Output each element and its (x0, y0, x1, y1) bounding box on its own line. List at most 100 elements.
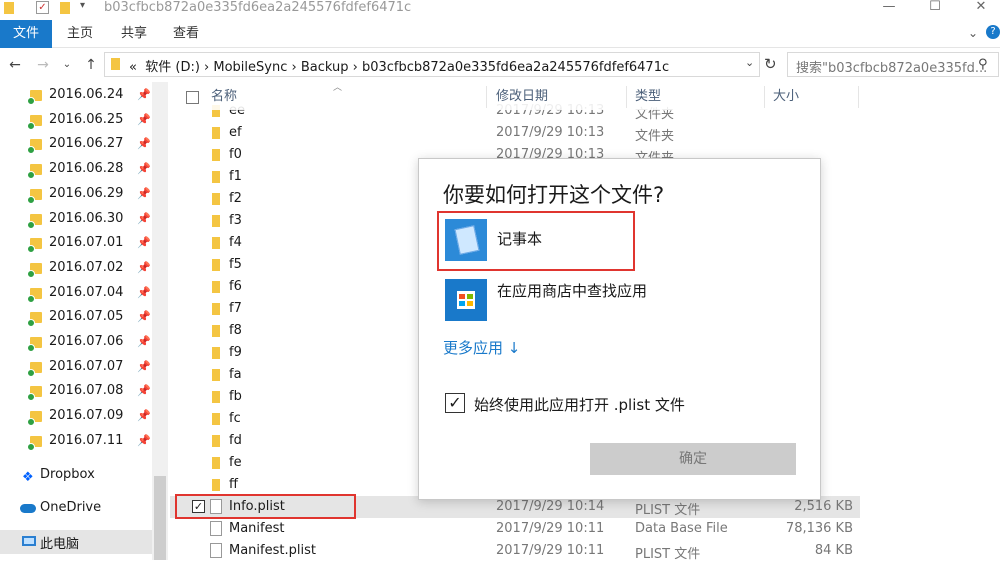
tab-file[interactable]: 文件 (0, 20, 52, 48)
sidebar-item-quick-access[interactable]: 2016.06.28 📌 (0, 158, 152, 182)
sidebar-item-quick-access[interactable]: 2016.06.25 📌 (0, 109, 152, 133)
column-divider[interactable] (764, 86, 765, 108)
folder-icon (27, 411, 42, 427)
maximize-button[interactable]: ☐ (920, 0, 950, 18)
pin-icon[interactable]: 📌 (137, 335, 151, 348)
column-divider[interactable] (858, 86, 859, 108)
tab-share[interactable]: 共享 (121, 20, 147, 48)
pin-icon[interactable]: 📌 (137, 187, 151, 200)
sidebar-item-label: 2016.07.07 (49, 358, 124, 374)
sidebar-item-quick-access[interactable]: 2016.06.30 📌 (0, 208, 152, 232)
pin-icon[interactable]: 📌 (137, 113, 151, 126)
sidebar-scrollbar[interactable] (152, 82, 168, 560)
window-title: b03cfbcb872a0e335fd6ea2a245576fdfef6471c (104, 0, 412, 15)
breadcrumb-backup[interactable]: Backup (301, 60, 349, 75)
app-option-store[interactable]: 在应用商店中查找应用 (440, 277, 790, 325)
column-divider[interactable] (486, 86, 487, 108)
refresh-icon[interactable]: ↻ (764, 55, 777, 73)
forward-icon[interactable]: → (34, 55, 52, 75)
recent-locations-icon[interactable]: ⌄ (58, 55, 76, 75)
pin-icon[interactable]: 📌 (137, 286, 151, 299)
file-icon (210, 521, 222, 536)
pin-icon[interactable]: 📌 (137, 212, 151, 225)
file-icon (210, 543, 222, 558)
sidebar-item-quick-access[interactable]: 2016.07.06 📌 (0, 331, 152, 355)
folder-icon (212, 149, 220, 161)
breadcrumb-drive[interactable]: 软件 (D:) (145, 60, 200, 75)
scrollbar-thumb[interactable] (154, 476, 166, 560)
folder-icon (27, 386, 42, 402)
sidebar-item-quick-access[interactable]: 2016.07.05 📌 (0, 306, 152, 330)
pin-icon[interactable]: 📌 (137, 310, 151, 323)
sidebar-item-label: 此电脑 (40, 537, 80, 552)
folder-icon[interactable] (60, 2, 70, 14)
folder-icon (212, 193, 220, 205)
address-bar[interactable]: « 软件 (D:) › MobileSync › Backup › b03cfb… (104, 52, 760, 77)
sidebar-item-quick-access[interactable]: 2016.06.27 📌 (0, 133, 152, 157)
always-use-label[interactable]: 始终使用此应用打开 .plist 文件 (474, 394, 685, 415)
sidebar-item-quick-access[interactable]: 2016.07.07 📌 (0, 356, 152, 380)
address-dropdown-icon[interactable]: ⌄ (745, 56, 754, 69)
always-use-checkbox[interactable]: ✓ (445, 393, 465, 413)
breadcrumb-mobilesync[interactable]: MobileSync (213, 60, 287, 75)
search-input[interactable]: 搜索"b03cfbcb872a0e335fd... ⚲ (787, 52, 999, 77)
column-divider[interactable] (626, 86, 627, 108)
breadcrumb[interactable]: « 软件 (D:) › MobileSync › Backup › b03cfb… (129, 56, 669, 75)
customize-toolbar-icon[interactable]: ▾ (80, 0, 85, 11)
checkbox-icon[interactable]: ✓ (36, 1, 49, 14)
file-type: Data Base File (635, 521, 728, 536)
sidebar-item-quick-access[interactable]: 2016.07.08 📌 (0, 380, 152, 404)
expand-ribbon-icon[interactable]: ⌄ (968, 26, 978, 40)
file-name: Manifest.plist (229, 543, 316, 558)
file-name: f0 (229, 147, 242, 162)
search-icon[interactable]: ⚲ (978, 57, 988, 72)
folder-icon (27, 114, 42, 130)
sidebar-item-label: 2016.07.08 (49, 383, 124, 399)
pin-icon[interactable]: 📌 (137, 360, 151, 373)
sidebar-item-quick-access[interactable]: 2016.07.09 📌 (0, 405, 152, 429)
tab-view[interactable]: 查看 (173, 20, 199, 48)
sidebar-item-dropbox[interactable]: ❖ Dropbox (0, 464, 152, 488)
sidebar-item-quick-access[interactable]: 2016.07.04 📌 (0, 282, 152, 306)
pin-icon[interactable]: 📌 (137, 88, 151, 101)
file-name: f3 (229, 213, 242, 228)
column-header-date[interactable]: 修改日期 (496, 82, 548, 112)
table-row[interactable]: ef 2017/9/29 10:13 文件夹 (170, 122, 860, 144)
up-icon[interactable]: ↑ (82, 55, 100, 75)
breadcrumb-overflow[interactable]: « (129, 60, 137, 75)
sidebar-item-this-pc[interactable]: 此电脑 (0, 530, 152, 554)
sidebar-item-quick-access[interactable]: 2016.07.02 📌 (0, 257, 152, 281)
pin-icon[interactable]: 📌 (137, 409, 151, 422)
pin-icon[interactable]: 📌 (137, 261, 151, 274)
folder-icon (27, 435, 42, 451)
close-button[interactable]: ✕ (966, 0, 996, 18)
column-header-size[interactable]: 大小 (773, 82, 799, 112)
file-type: PLIST 文件 (635, 503, 701, 518)
table-row[interactable]: Manifest.plist 2017/9/29 10:11 PLIST 文件 84 … (170, 540, 860, 562)
pin-icon[interactable]: 📌 (137, 162, 151, 175)
folder-icon (212, 127, 220, 139)
pin-icon[interactable]: 📌 (137, 434, 151, 447)
column-header-name[interactable]: 名称 (211, 82, 237, 112)
sidebar-item-quick-access[interactable]: 2016.06.29 📌 (0, 183, 152, 207)
pin-icon[interactable]: 📌 (137, 384, 151, 397)
pin-icon[interactable]: 📌 (137, 236, 151, 249)
column-header-type[interactable]: 类型 (635, 82, 661, 112)
select-all-checkbox[interactable] (186, 91, 199, 104)
tab-home[interactable]: 主页 (67, 20, 93, 48)
pin-icon[interactable]: 📌 (137, 137, 151, 150)
sidebar-item-quick-access[interactable]: 2016.07.11 📌 (0, 430, 152, 454)
help-icon[interactable]: ? (986, 25, 1000, 39)
table-row[interactable]: Manifest 2017/9/29 10:11 Data Base File 78,… (170, 518, 860, 540)
dropbox-icon: ❖ (22, 470, 34, 485)
more-apps-link[interactable]: 更多应用 ↓ (443, 337, 520, 358)
sidebar-item-onedrive[interactable]: OneDrive (0, 497, 152, 521)
sidebar-item-quick-access[interactable]: 2016.06.24 📌 (0, 84, 152, 108)
folder-icon (27, 213, 42, 229)
minimize-button[interactable]: — (874, 0, 904, 18)
ok-button[interactable]: 确定 (590, 443, 796, 475)
sidebar-item-quick-access[interactable]: 2016.07.01 📌 (0, 232, 152, 256)
file-name: f7 (229, 301, 242, 316)
breadcrumb-current[interactable]: b03cfbcb872a0e335fd6ea2a245576fdfef6471c (362, 60, 669, 75)
back-icon[interactable]: ← (6, 55, 24, 75)
